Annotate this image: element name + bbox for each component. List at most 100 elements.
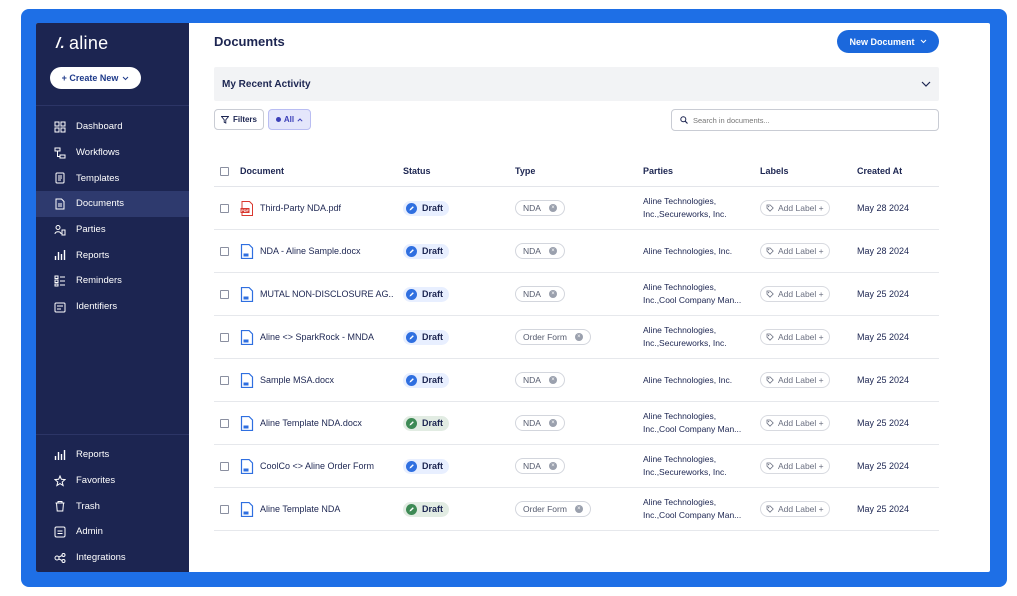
table-row[interactable]: CoolCo <> Aline Order Form Draft NDA × Aline… bbox=[214, 445, 939, 488]
document-name[interactable]: CoolCo <> Aline Order Form bbox=[260, 461, 374, 471]
document-cell[interactable]: Aline Template NDA bbox=[240, 501, 403, 517]
select-all-checkbox[interactable] bbox=[220, 166, 229, 176]
document-name[interactable]: Aline Template NDA.docx bbox=[260, 418, 362, 428]
status-icon bbox=[406, 245, 417, 257]
parties-cell: Aline Technologies, Inc. bbox=[643, 374, 760, 387]
new-document-button[interactable]: New Document bbox=[837, 30, 939, 53]
sidebar-item-parties[interactable]: Parties bbox=[36, 217, 189, 243]
brand-logo[interactable]: /. aline bbox=[56, 33, 108, 54]
column-header-created-at[interactable]: Created At bbox=[857, 166, 939, 176]
column-header-status[interactable]: Status bbox=[403, 166, 515, 176]
sidebar-item-reminders[interactable]: Reminders bbox=[36, 268, 189, 294]
document-cell[interactable]: CoolCo <> Aline Order Form bbox=[240, 458, 403, 474]
add-label-button[interactable]: Add Label + bbox=[760, 458, 830, 474]
add-label-button[interactable]: Add Label + bbox=[760, 243, 830, 259]
document-name[interactable]: NDA - Aline Sample.docx bbox=[260, 246, 361, 256]
created-at: May 28 2024 bbox=[857, 246, 910, 256]
row-checkbox[interactable] bbox=[220, 246, 229, 256]
reports-icon bbox=[54, 449, 66, 461]
column-header-parties[interactable]: Parties bbox=[643, 165, 760, 178]
row-checkbox[interactable] bbox=[220, 203, 229, 213]
add-label-button[interactable]: Add Label + bbox=[760, 501, 830, 517]
add-label-button[interactable]: Add Label + bbox=[760, 415, 830, 431]
sidebar-item-templates[interactable]: Templates bbox=[36, 165, 189, 191]
documents-table: Document Status Type Parties Labels Crea… bbox=[214, 156, 939, 531]
type-chip: NDA × bbox=[515, 200, 565, 216]
tag-icon bbox=[766, 505, 774, 513]
status-label: Draft bbox=[422, 418, 444, 428]
document-cell[interactable]: MUTAL NON-DISCLOSURE AG.. bbox=[240, 286, 403, 302]
table-row[interactable]: MUTAL NON-DISCLOSURE AG.. Draft NDA × Aline … bbox=[214, 273, 939, 316]
add-label-button[interactable]: Add Label + bbox=[760, 372, 830, 388]
sidebar-item-documents[interactable]: Documents bbox=[36, 191, 189, 217]
document-name[interactable]: Aline <> SparkRock - MNDA bbox=[260, 332, 374, 342]
sidebar-item-reports[interactable]: Reports bbox=[36, 442, 189, 468]
status-badge: Draft bbox=[403, 458, 450, 474]
row-checkbox[interactable] bbox=[220, 461, 229, 471]
row-checkbox[interactable] bbox=[220, 289, 229, 299]
sidebar-item-trash[interactable]: Trash bbox=[36, 493, 189, 519]
remove-type-icon[interactable]: × bbox=[548, 462, 557, 470]
brand-name: aline bbox=[68, 33, 109, 53]
row-checkbox[interactable] bbox=[220, 375, 229, 385]
table-row[interactable]: PDF Third-Party NDA.pdf Draft NDA × Aline Tec… bbox=[214, 187, 939, 230]
type-label: NDA bbox=[523, 461, 541, 471]
document-cell[interactable]: PDF Third-Party NDA.pdf bbox=[240, 200, 403, 216]
document-name[interactable]: Aline Template NDA bbox=[260, 504, 340, 514]
table-row[interactable]: Sample MSA.docx Draft NDA × Aline Technologi… bbox=[214, 359, 939, 402]
column-header-labels[interactable]: Labels bbox=[760, 166, 857, 176]
document-cell[interactable]: Sample MSA.docx bbox=[240, 372, 403, 388]
sidebar-item-label: Favorites bbox=[76, 475, 116, 487]
column-header-type[interactable]: Type bbox=[515, 166, 643, 176]
sidebar-item-identifiers[interactable]: Identifiers bbox=[36, 294, 189, 320]
row-checkbox[interactable] bbox=[220, 332, 229, 342]
document-name[interactable]: Sample MSA.docx bbox=[260, 375, 334, 385]
status-label: Draft bbox=[422, 203, 444, 213]
tag-icon bbox=[766, 376, 774, 384]
table-row[interactable]: Aline <> SparkRock - MNDA Draft Order Form… bbox=[214, 316, 939, 359]
recent-activity-panel[interactable]: My Recent Activity bbox=[214, 67, 939, 101]
created-at: May 25 2024 bbox=[857, 461, 910, 471]
add-label-button[interactable]: Add Label + bbox=[760, 286, 830, 302]
row-checkbox[interactable] bbox=[220, 504, 229, 514]
remove-type-icon[interactable]: × bbox=[548, 376, 557, 384]
remove-type-icon[interactable]: × bbox=[548, 290, 557, 298]
filters-button[interactable]: Filters bbox=[214, 109, 264, 130]
main-content: Documents New Document My Recent Activit… bbox=[189, 23, 990, 572]
table-row[interactable]: NDA - Aline Sample.docx Draft NDA × Aline Te… bbox=[214, 230, 939, 273]
sidebar-item-favorites[interactable]: Favorites bbox=[36, 468, 189, 494]
search-box[interactable] bbox=[671, 109, 939, 131]
sidebar-item-dashboard[interactable]: Dashboard bbox=[36, 114, 189, 140]
remove-type-icon[interactable]: × bbox=[548, 204, 557, 212]
search-input[interactable] bbox=[693, 115, 913, 125]
add-label-text: Add Label + bbox=[778, 418, 824, 428]
sidebar-item-workflows[interactable]: Workflows bbox=[36, 140, 189, 166]
table-row[interactable]: Aline Template NDA.docx Draft NDA × Aline Te… bbox=[214, 402, 939, 445]
create-new-button[interactable]: + Create New bbox=[50, 67, 141, 89]
remove-type-icon[interactable]: × bbox=[548, 247, 557, 255]
add-label-text: Add Label + bbox=[778, 246, 824, 256]
document-cell[interactable]: Aline Template NDA.docx bbox=[240, 415, 403, 431]
all-filter-chip[interactable]: All bbox=[268, 109, 311, 130]
remove-type-icon[interactable]: × bbox=[574, 333, 583, 341]
chevron-down-icon[interactable] bbox=[921, 81, 931, 87]
remove-type-icon[interactable]: × bbox=[548, 419, 557, 427]
type-chip: Order Form × bbox=[515, 329, 591, 345]
remove-type-icon[interactable]: × bbox=[574, 505, 583, 513]
status-label: Draft bbox=[422, 504, 444, 514]
document-cell[interactable]: Aline <> SparkRock - MNDA bbox=[240, 329, 403, 345]
sidebar-item-integrations[interactable]: Integrations bbox=[36, 545, 189, 571]
document-cell[interactable]: NDA - Aline Sample.docx bbox=[240, 243, 403, 259]
sidebar-item-reports[interactable]: Reports bbox=[36, 242, 189, 268]
add-label-button[interactable]: Add Label + bbox=[760, 200, 830, 216]
row-checkbox[interactable] bbox=[220, 418, 229, 428]
document-name[interactable]: Third-Party NDA.pdf bbox=[260, 203, 341, 213]
sidebar-item-admin[interactable]: Admin bbox=[36, 519, 189, 545]
document-name[interactable]: MUTAL NON-DISCLOSURE AG.. bbox=[260, 289, 394, 299]
add-label-button[interactable]: Add Label + bbox=[760, 329, 830, 345]
status-icon bbox=[406, 460, 417, 472]
type-chip: NDA × bbox=[515, 372, 565, 388]
add-label-text: Add Label + bbox=[778, 461, 824, 471]
column-header-document[interactable]: Document bbox=[240, 166, 403, 176]
table-row[interactable]: Aline Template NDA Draft Order Form × Aline … bbox=[214, 488, 939, 531]
